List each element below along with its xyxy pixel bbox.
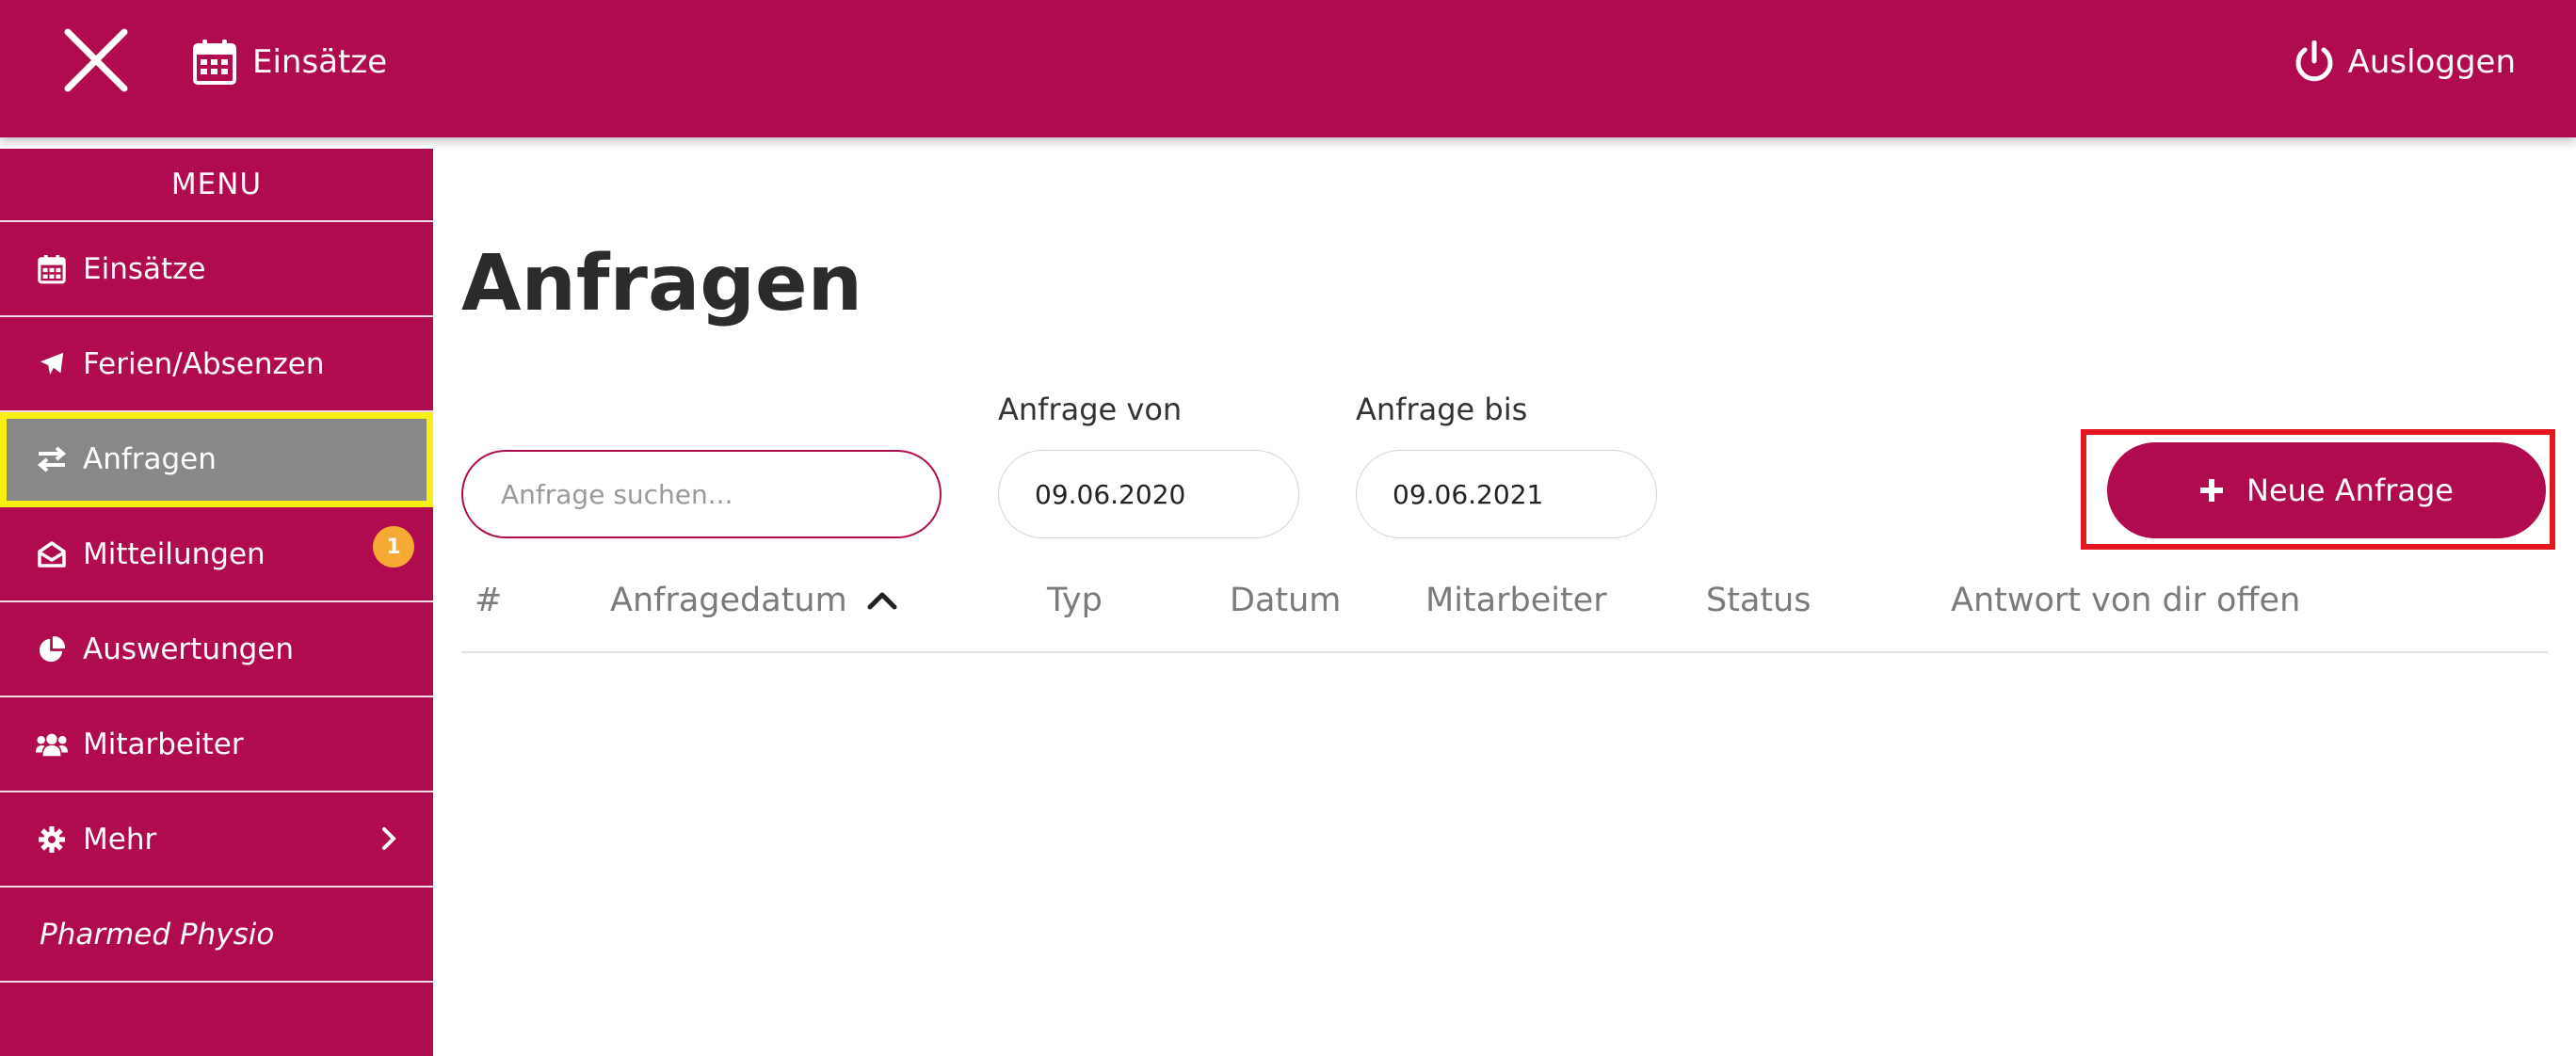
top-nav-label: Einsätze [252,43,388,81]
plane-icon [36,348,68,380]
chevron-right-icon [380,824,397,860]
column-header-mitarbeiter[interactable]: Mitarbeiter [1425,582,1607,619]
top-bar: Einsätze Ausloggen [0,0,2576,137]
top-nav-einsaetze[interactable]: Einsätze [192,34,387,90]
sort-ascending-icon [867,592,897,610]
logout-label: Ausloggen [2347,43,2516,81]
date-to-input[interactable]: 09.06.2021 [1356,450,1657,538]
date-from-input[interactable]: 09.06.2020 [998,450,1299,538]
logout-button[interactable]: Ausloggen [2294,32,2516,92]
sidebar-item-auswertungen[interactable]: Auswertungen [0,602,433,697]
close-icon [64,28,128,92]
sidebar-item-label: Ferien/Absenzen [83,346,325,381]
page-title: Anfragen [461,239,862,328]
column-header-number[interactable]: # [475,582,502,619]
sidebar-item-label: Einsätze [83,251,206,286]
new-request-highlight: Neue Anfrage [2081,429,2555,550]
date-from-label: Anfrage von [998,392,1183,427]
sidebar-item-ferien-absenzen[interactable]: Ferien/Absenzen [0,317,433,412]
column-header-antwort-offen[interactable]: Antwort von dir offen [1951,582,2300,619]
power-icon [2295,40,2333,82]
column-header-label: Anfragedatum [610,582,847,619]
sidebar-item-mehr[interactable]: Mehr [0,792,433,888]
sidebar-item-label: Mitarbeiter [83,727,244,761]
sidebar-item-label: Mehr [83,822,157,856]
sidebar-item-mitteilungen[interactable]: Mitteilungen 1 [0,507,433,602]
calendar-icon [193,40,236,85]
new-request-label: Neue Anfrage [2246,472,2454,508]
new-request-button[interactable]: Neue Anfrage [2107,442,2546,538]
sidebar-item-label: Auswertungen [83,632,295,666]
sidebar: MENU Einsätze Ferien/Absenzen Anfragen M… [0,149,433,1056]
calendar-icon [36,253,68,285]
column-header-datum[interactable]: Datum [1230,582,1341,619]
table-divider [461,651,2548,653]
column-header-typ[interactable]: Typ [1047,582,1103,619]
menu-title: MENU [0,149,433,222]
sidebar-item-mitarbeiter[interactable]: Mitarbeiter [0,697,433,792]
gear-icon [36,824,68,856]
search-input[interactable] [461,450,942,538]
sidebar-item-label: Mitteilungen [83,536,266,571]
pie-chart-icon [36,633,68,665]
column-header-status[interactable]: Status [1706,582,1811,619]
date-to-label: Anfrage bis [1356,392,1528,427]
users-icon [36,728,68,760]
column-header-anfragedatum[interactable]: Anfragedatum [610,582,898,619]
notification-badge: 1 [373,526,414,568]
company-name: Pharmed Physio [0,888,433,983]
close-menu-button[interactable] [62,26,130,94]
sidebar-item-anfragen[interactable]: Anfragen [0,412,433,507]
exchange-icon [36,443,68,475]
sidebar-item-einsaetze[interactable]: Einsätze [0,222,433,317]
plus-icon [2199,478,2224,503]
envelope-open-icon [36,538,68,570]
sidebar-item-label: Anfragen [83,441,217,476]
